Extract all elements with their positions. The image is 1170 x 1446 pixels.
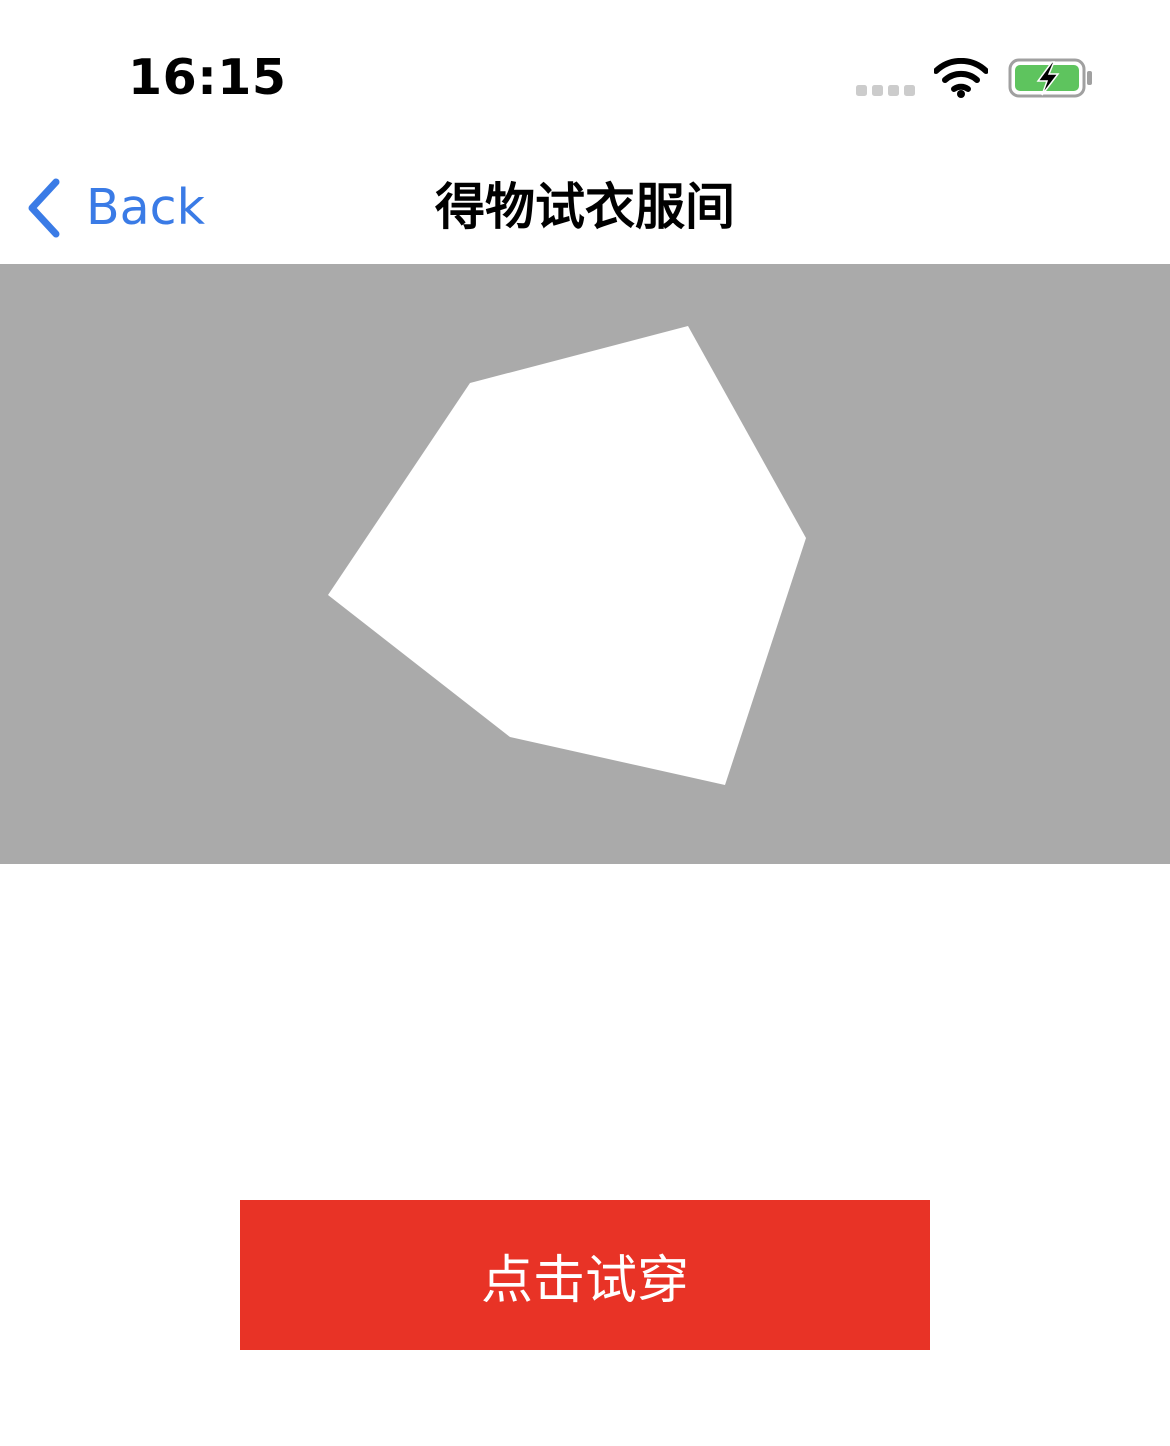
- try-on-preview-area: [0, 264, 1170, 864]
- status-time: 16:15: [128, 49, 287, 106]
- clothing-preview-shape: [328, 326, 806, 785]
- wifi-icon: [934, 58, 988, 98]
- navigation-bar: Back 得物试衣服间: [0, 150, 1170, 264]
- battery-charging-icon: [1008, 58, 1092, 98]
- page-title: 得物试衣服间: [435, 178, 735, 236]
- status-bar: 16:15: [0, 0, 1170, 150]
- cellular-signal-icon: [856, 85, 915, 96]
- try-on-button[interactable]: 点击试穿: [240, 1200, 930, 1350]
